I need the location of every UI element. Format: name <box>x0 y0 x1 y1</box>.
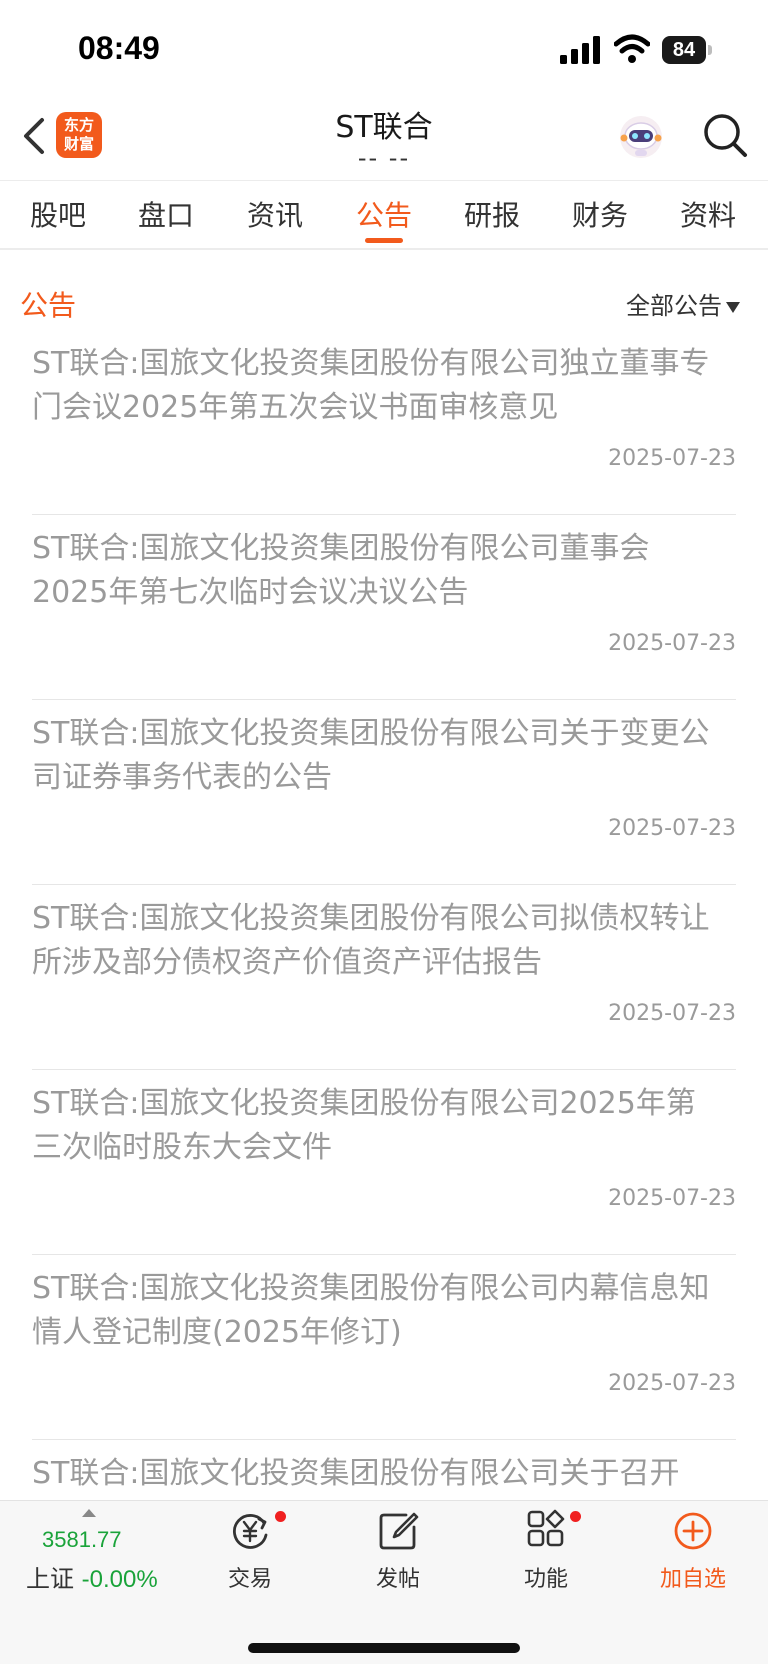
tab-pankou[interactable]: 盘口 <box>126 194 206 234</box>
notice-title: ST联合:国旅文化投资集团股份有限公司独立董事专门会议2025年第五次会议书面审… <box>32 346 710 425</box>
bottom-toolbar: 3581.77 上证 -0.00% 交易 发帖 功能 加自选 <box>0 1500 768 1664</box>
list-item[interactable]: ST联合:国旅文化投资集团股份有限公司董事会2025年第七次临时会议决议公告 2… <box>0 515 768 700</box>
tab-guba[interactable]: 股吧 <box>18 194 98 234</box>
announcement-filter-dropdown[interactable]: 全部公告 <box>626 286 740 321</box>
functions-label: 功能 <box>523 1567 568 1592</box>
tab-research[interactable]: 研报 <box>452 194 532 234</box>
notice-date: 2025-07-23 <box>608 816 736 841</box>
plus-circle-icon <box>674 1512 712 1550</box>
index-change: -0.00% <box>81 1566 158 1593</box>
page-title: ST联合 <box>335 110 433 145</box>
battery-level: 84 <box>662 36 706 64</box>
price-placeholder: -- -- <box>357 144 411 172</box>
add-watchlist-label: 加自选 <box>659 1567 726 1592</box>
battery-icon: 84 <box>662 36 712 64</box>
notice-title: ST联合:国旅文化投资集团股份有限公司关于召开 <box>32 1456 680 1491</box>
back-icon[interactable] <box>14 114 54 158</box>
yuan-exchange-icon <box>233 1514 268 1549</box>
announcement-list: ST联合:国旅文化投资集团股份有限公司独立董事专门会议2025年第五次会议书面审… <box>0 330 768 1625</box>
robot-mascot-icon[interactable] <box>616 112 666 162</box>
expand-up-icon <box>82 1509 96 1517</box>
notice-title: ST联合:国旅文化投资集团股份有限公司拟债权转让所涉及部分债权资产价值资产评估报… <box>32 901 710 980</box>
notice-date: 2025-07-23 <box>608 1371 736 1396</box>
notice-title: ST联合:国旅文化投资集团股份有限公司内幕信息知情人登记制度(2025年修订) <box>32 1271 710 1350</box>
index-name: 上证 <box>26 1565 74 1593</box>
list-item[interactable]: ST联合:国旅文化投资集团股份有限公司拟债权转让所涉及部分债权资产价值资产评估报… <box>0 885 768 1070</box>
tab-announcements[interactable]: 公告 <box>344 194 424 234</box>
compose-icon <box>379 1512 419 1550</box>
list-item[interactable]: ST联合:国旅文化投资集团股份有限公司关于变更公司证券事务代表的公告 2025-… <box>0 700 768 885</box>
index-label: 上证 -0.00% <box>26 1559 158 1594</box>
index-value: 3581.77 <box>42 1527 122 1552</box>
active-tab-indicator <box>365 238 403 243</box>
notification-dot <box>570 1511 581 1522</box>
notice-title: ST联合:国旅文化投资集团股份有限公司董事会2025年第七次临时会议决议公告 <box>32 531 650 610</box>
status-time: 08:49 <box>78 30 160 66</box>
list-item[interactable]: ST联合:国旅文化投资集团股份有限公司2025年第三次临时股东大会文件 2025… <box>0 1070 768 1255</box>
search-icon[interactable] <box>700 110 750 160</box>
notice-title: ST联合:国旅文化投资集团股份有限公司2025年第三次临时股东大会文件 <box>32 1086 696 1165</box>
wifi-icon <box>614 34 650 63</box>
add-watchlist-button[interactable]: 加自选 <box>638 1509 748 1592</box>
notification-dot <box>275 1511 286 1522</box>
functions-button[interactable]: 功能 <box>491 1509 601 1592</box>
notice-date: 2025-07-23 <box>608 1001 736 1026</box>
notice-date: 2025-07-23 <box>608 631 736 656</box>
app-logo[interactable]: 东方 财富 <box>56 112 102 158</box>
apps-grid-icon <box>527 1509 565 1547</box>
tab-profile[interactable]: 资料 <box>668 194 748 234</box>
trade-button[interactable]: 交易 <box>195 1509 305 1592</box>
trade-label: 交易 <box>227 1567 272 1592</box>
status-bar: 08:49 84 <box>0 0 768 100</box>
post-label: 发帖 <box>375 1567 420 1592</box>
list-item[interactable]: ST联合:国旅文化投资集团股份有限公司内幕信息知情人登记制度(2025年修订) … <box>0 1255 768 1440</box>
post-button[interactable]: 发帖 <box>343 1509 453 1592</box>
notice-title: ST联合:国旅文化投资集团股份有限公司关于变更公司证券事务代表的公告 <box>32 716 710 795</box>
stock-header: 东方 财富 ST联合 -- -- <box>0 100 768 181</box>
cellular-signal-icon <box>560 36 600 64</box>
caret-down-icon <box>726 301 740 313</box>
list-item[interactable]: ST联合:国旅文化投资集团股份有限公司独立董事专门会议2025年第五次会议书面审… <box>0 330 768 515</box>
stock-tabs: 股吧 盘口 资讯 公告 研报 财务 资料 <box>0 182 768 250</box>
home-indicator <box>248 1643 520 1653</box>
tab-news[interactable]: 资讯 <box>235 194 315 234</box>
notice-date: 2025-07-23 <box>608 1186 736 1211</box>
filter-label: 全部公告 <box>626 292 722 320</box>
notice-date: 2025-07-23 <box>608 446 736 471</box>
tab-financials[interactable]: 财务 <box>560 194 640 234</box>
section-title: 公告 <box>20 289 77 322</box>
